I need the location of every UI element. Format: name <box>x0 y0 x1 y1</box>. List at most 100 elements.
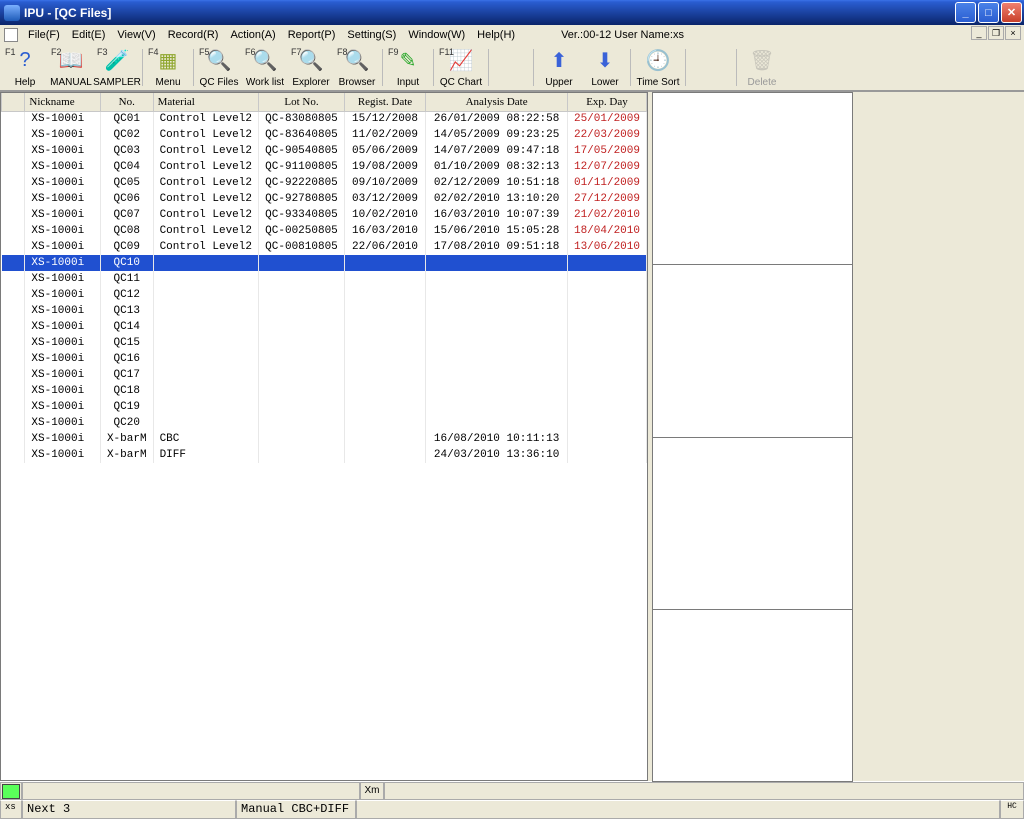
cell-exp <box>567 319 646 335</box>
maximize-button[interactable]: □ <box>978 2 999 23</box>
close-button[interactable]: ✕ <box>1001 2 1022 23</box>
table-row[interactable]: XS-1000iX-barMCBC16/08/2010 10:11:13 <box>2 431 647 447</box>
cell-no: QC07 <box>100 207 153 223</box>
menu-button[interactable]: F4▦Menu <box>145 45 191 90</box>
table-row[interactable]: XS-1000iQC19 <box>2 399 647 415</box>
qcchart-button[interactable]: F11📈QC Chart <box>436 45 486 90</box>
table-row[interactable]: XS-1000iQC11 <box>2 271 647 287</box>
cell-blank <box>2 255 25 271</box>
cell-material <box>153 383 259 399</box>
cell-no: QC19 <box>100 399 153 415</box>
explorer-button[interactable]: F7🔍Explorer <box>288 45 334 90</box>
mdi-close-button[interactable]: × <box>1005 26 1021 40</box>
menu-record[interactable]: Record(R) <box>162 27 225 43</box>
menu-view[interactable]: View(V) <box>111 27 161 43</box>
menu-setting[interactable]: Setting(S) <box>341 27 402 43</box>
table-row[interactable]: XS-1000iQC14 <box>2 319 647 335</box>
cell-regist <box>344 351 425 367</box>
cell-exp: 22/03/2009 <box>567 127 646 143</box>
cell-lot: QC-92220805 <box>259 175 345 191</box>
table-row[interactable]: XS-1000iQC05Control Level2QC-9222080509/… <box>2 175 647 191</box>
table-row[interactable]: XS-1000iQC03Control Level2QC-9054080505/… <box>2 143 647 159</box>
col-analysis[interactable]: Analysis Date <box>426 93 568 111</box>
menubar: File(F) Edit(E) View(V) Record(R) Action… <box>0 25 1024 44</box>
cell-exp <box>567 303 646 319</box>
cell-nickname: XS-1000i <box>25 351 101 367</box>
col-exp[interactable]: Exp. Day <box>567 93 646 111</box>
qcfiles-button[interactable]: F5🔍QC Files <box>196 45 242 90</box>
browser-button[interactable]: F8🔍Browser <box>334 45 380 90</box>
col-no[interactable]: No. <box>100 93 153 111</box>
col-lot[interactable]: Lot No. <box>259 93 345 111</box>
mdi-minimize-button[interactable]: _ <box>971 26 987 40</box>
xm-label: Xm <box>360 782 384 800</box>
sampler-button[interactable]: F3🧪SAMPLER <box>94 45 140 90</box>
cell-no: QC04 <box>100 159 153 175</box>
worklist-button[interactable]: F6🔍Work list <box>242 45 288 90</box>
col-blank[interactable] <box>2 93 25 111</box>
table-row[interactable]: XS-1000iQC08Control Level2QC-0025080516/… <box>2 223 647 239</box>
main-area: Nickname No. Material Lot No. Regist. Da… <box>0 92 1024 781</box>
cell-blank <box>2 431 25 447</box>
menu-help[interactable]: Help(H) <box>471 27 521 43</box>
cell-nickname: XS-1000i <box>25 303 101 319</box>
table-row[interactable]: XS-1000iQC09Control Level2QC-0081080522/… <box>2 239 647 255</box>
table-row[interactable]: XS-1000iQC16 <box>2 351 647 367</box>
input-button[interactable]: F9✎Input <box>385 45 431 90</box>
table-row[interactable]: XS-1000iQC17 <box>2 367 647 383</box>
cell-blank <box>2 271 25 287</box>
qc-table[interactable]: Nickname No. Material Lot No. Regist. Da… <box>1 93 647 463</box>
cell-blank <box>2 399 25 415</box>
table-row[interactable]: XS-1000iQC20 <box>2 415 647 431</box>
cell-analysis <box>426 271 568 287</box>
cell-lot <box>259 399 345 415</box>
table-row[interactable]: XS-1000iX-barMDIFF24/03/2010 13:36:10 <box>2 447 647 463</box>
table-row[interactable]: XS-1000iQC15 <box>2 335 647 351</box>
cell-blank <box>2 351 25 367</box>
col-regist[interactable]: Regist. Date <box>344 93 425 111</box>
cell-analysis: 26/01/2009 08:22:58 <box>426 111 568 127</box>
window-title: IPU - [QC Files] <box>24 6 955 20</box>
table-row[interactable]: XS-1000iQC18 <box>2 383 647 399</box>
table-row[interactable]: XS-1000iQC01Control Level2QC-8308080515/… <box>2 111 647 127</box>
cell-regist: 15/12/2008 <box>344 111 425 127</box>
cell-nickname: XS-1000i <box>25 159 101 175</box>
menu-window[interactable]: Window(W) <box>402 27 471 43</box>
cell-lot: QC-83080805 <box>259 111 345 127</box>
cell-material: CBC <box>153 431 259 447</box>
arrow-up-icon: ⬆ <box>545 48 573 72</box>
table-row[interactable]: XS-1000iQC02Control Level2QC-8364080511/… <box>2 127 647 143</box>
cell-regist <box>344 447 425 463</box>
table-row[interactable]: XS-1000iQC13 <box>2 303 647 319</box>
cell-regist: 09/10/2009 <box>344 175 425 191</box>
status-indicator-icon <box>2 784 20 799</box>
preview-slot-2 <box>652 264 853 437</box>
mdi-restore-button[interactable]: ❐ <box>988 26 1004 40</box>
table-row[interactable]: XS-1000iQC12 <box>2 287 647 303</box>
menu-edit[interactable]: Edit(E) <box>66 27 112 43</box>
help-button[interactable]: F1?Help <box>2 45 48 90</box>
table-row[interactable]: XS-1000iQC06Control Level2QC-9278080503/… <box>2 191 647 207</box>
upper-button[interactable]: ⬆Upper <box>536 45 582 90</box>
cell-regist: 19/08/2009 <box>344 159 425 175</box>
preview-slot-3 <box>652 437 853 610</box>
col-material[interactable]: Material <box>153 93 259 111</box>
menu-file[interactable]: File(F) <box>22 27 66 43</box>
cell-blank <box>2 415 25 431</box>
minimize-button[interactable]: _ <box>955 2 976 23</box>
menu-report[interactable]: Report(P) <box>282 27 342 43</box>
lower-button[interactable]: ⬇Lower <box>582 45 628 90</box>
table-row[interactable]: XS-1000iQC10 <box>2 255 647 271</box>
document-icon[interactable] <box>4 28 18 42</box>
manual-button[interactable]: F2📖MANUAL <box>48 45 94 90</box>
cell-nickname: XS-1000i <box>25 271 101 287</box>
table-row[interactable]: XS-1000iQC07Control Level2QC-9334080510/… <box>2 207 647 223</box>
cell-regist <box>344 319 425 335</box>
menu-action[interactable]: Action(A) <box>224 27 281 43</box>
col-nickname[interactable]: Nickname <box>25 93 101 111</box>
timesort-button[interactable]: 🕘Time Sort <box>633 45 683 90</box>
cell-analysis: 01/10/2009 08:32:13 <box>426 159 568 175</box>
cell-blank <box>2 335 25 351</box>
cell-no: QC18 <box>100 383 153 399</box>
table-row[interactable]: XS-1000iQC04Control Level2QC-9110080519/… <box>2 159 647 175</box>
